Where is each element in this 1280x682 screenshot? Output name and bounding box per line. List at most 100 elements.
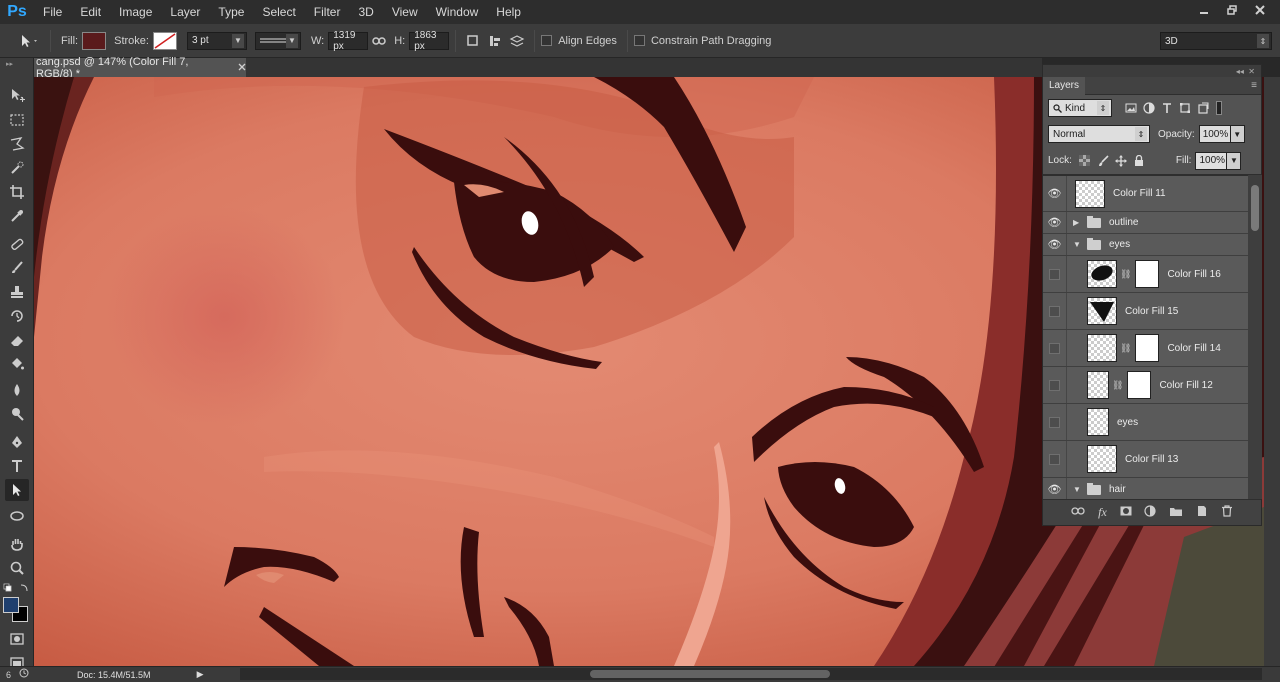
restore-button[interactable] (1218, 0, 1246, 20)
rectangular-marquee-tool[interactable] (5, 109, 29, 131)
filter-toggle-switch[interactable] (1216, 101, 1222, 115)
new-group-button[interactable] (1169, 506, 1183, 520)
path-operations-button[interactable] (462, 30, 484, 52)
canvas-horizontal-scrollbar[interactable] (240, 668, 1262, 680)
visibility-toggle[interactable] (1043, 293, 1067, 329)
fill-slider-toggle[interactable]: ▼ (1227, 151, 1242, 170)
filter-smart-object-button[interactable] (1194, 99, 1212, 117)
status-menu-arrow-icon[interactable]: ▶ (197, 669, 204, 680)
add-layer-style-button[interactable]: fx (1098, 505, 1107, 520)
menu-type[interactable]: Type (209, 0, 253, 24)
collapse-triangle-icon[interactable]: ▼ (1073, 240, 1081, 249)
filter-type-button[interactable] (1158, 99, 1176, 117)
layers-scrollbar[interactable] (1248, 175, 1262, 499)
align-edges-checkbox[interactable] (541, 35, 553, 46)
paint-bucket-tool[interactable] (5, 353, 29, 375)
type-tool[interactable] (5, 455, 29, 477)
close-document-button[interactable] (238, 62, 246, 74)
layer-row[interactable]: ⛓ Color Fill 14 (1043, 330, 1248, 367)
layer-row[interactable]: Color Fill 15 (1043, 293, 1248, 330)
visibility-toggle[interactable] (1043, 441, 1067, 477)
constrain-path-checkbox[interactable] (633, 35, 645, 46)
crop-tool[interactable] (5, 181, 29, 203)
layers-scroll-thumb[interactable] (1251, 185, 1259, 231)
new-layer-button[interactable] (1196, 505, 1208, 520)
path-selection-tool[interactable] (5, 479, 29, 501)
layer-row[interactable]: eyes (1043, 404, 1248, 441)
filter-pixel-button[interactable] (1122, 99, 1140, 117)
add-mask-button[interactable] (1120, 506, 1132, 519)
layer-group-row[interactable]: 👁 ▶ outline (1043, 212, 1248, 234)
ellipse-tool[interactable] (5, 505, 29, 527)
menu-3d[interactable]: 3D (349, 0, 382, 24)
blur-tool[interactable] (5, 379, 29, 401)
link-dimensions-button[interactable] (368, 30, 390, 52)
healing-brush-tool[interactable] (5, 233, 29, 255)
tab-layers[interactable]: Layers (1043, 76, 1086, 95)
eraser-tool[interactable] (5, 329, 29, 351)
swap-default-colors[interactable] (3, 583, 31, 593)
pen-tool[interactable] (5, 431, 29, 453)
path-arrangement-button[interactable] (506, 30, 528, 52)
status-info-button[interactable] (19, 668, 29, 681)
menu-select[interactable]: Select (253, 0, 304, 24)
stroke-width-field[interactable]: 3 pt ▼ (186, 31, 247, 50)
panel-collapse-bar[interactable]: ◂◂ ✕ (1043, 65, 1261, 77)
history-brush-tool[interactable] (5, 305, 29, 327)
fill-color-swatch[interactable] (82, 31, 107, 50)
link-layers-button[interactable] (1071, 506, 1086, 519)
menu-help[interactable]: Help (487, 0, 530, 24)
menu-window[interactable]: Window (427, 0, 488, 24)
visibility-toggle[interactable]: 👁 (1043, 478, 1067, 499)
workspace-dropdown[interactable]: 3D ⇕ (1160, 32, 1272, 50)
filter-shape-button[interactable] (1176, 99, 1194, 117)
quick-selection-tool[interactable] (5, 157, 29, 179)
horizontal-scroll-thumb[interactable] (590, 670, 830, 678)
document-tab[interactable]: cang.psd @ 147% (Color Fill 7, RGB/8) * (34, 56, 246, 80)
filter-kind-dropdown[interactable]: Kind ⇕ (1048, 99, 1112, 117)
visibility-toggle[interactable]: 👁 (1043, 212, 1067, 233)
width-field[interactable]: 1319 px (328, 30, 369, 52)
move-tool[interactable] (5, 84, 29, 106)
panel-collapse-handle[interactable]: ▸▸ (6, 60, 28, 68)
opacity-slider-toggle[interactable]: ▼ (1230, 125, 1245, 143)
blend-mode-dropdown[interactable]: Normal ⇕ (1048, 125, 1150, 143)
layer-group-row[interactable]: 👁 ▼ eyes (1043, 234, 1248, 256)
menu-file[interactable]: File (34, 0, 71, 24)
filter-adjustment-button[interactable] (1140, 99, 1158, 117)
layer-row[interactable]: ⛓ Color Fill 12 (1043, 367, 1248, 404)
menu-layer[interactable]: Layer (161, 0, 209, 24)
close-button[interactable] (1246, 0, 1274, 20)
canvas-vertical-scrollbar[interactable] (1264, 77, 1280, 666)
fill-opacity-field[interactable]: 100% (1195, 151, 1228, 170)
zoom-tool[interactable] (5, 557, 29, 579)
visibility-toggle[interactable]: 👁 (1043, 176, 1067, 211)
height-field[interactable]: 1863 px (409, 30, 450, 52)
visibility-toggle[interactable] (1043, 404, 1067, 440)
eyedropper-tool[interactable] (5, 205, 29, 227)
menu-edit[interactable]: Edit (71, 0, 110, 24)
visibility-toggle[interactable] (1043, 256, 1067, 292)
opacity-field[interactable]: 100% (1198, 125, 1231, 143)
lock-all-button[interactable] (1130, 152, 1148, 170)
quick-mask-button[interactable] (5, 628, 29, 650)
layer-row[interactable]: 👁 Color Fill 11 (1043, 176, 1248, 212)
collapse-triangle-icon[interactable]: ▼ (1073, 485, 1081, 494)
lock-pixels-button[interactable] (1094, 152, 1112, 170)
tool-preset-picker[interactable] (14, 30, 44, 52)
layer-row[interactable]: Color Fill 13 (1043, 441, 1248, 478)
expand-triangle-icon[interactable]: ▶ (1073, 218, 1081, 227)
layer-row[interactable]: ⛓ Color Fill 16 (1043, 256, 1248, 293)
minimize-button[interactable] (1190, 0, 1218, 20)
stroke-color-swatch[interactable] (152, 31, 177, 50)
hand-tool[interactable] (5, 533, 29, 555)
menu-filter[interactable]: Filter (305, 0, 350, 24)
clone-stamp-tool[interactable] (5, 281, 29, 303)
visibility-toggle[interactable] (1043, 330, 1067, 366)
brush-tool[interactable] (5, 257, 29, 279)
menu-view[interactable]: View (383, 0, 427, 24)
visibility-toggle[interactable]: 👁 (1043, 234, 1067, 255)
stroke-type-dropdown[interactable]: ▼ (254, 31, 301, 50)
new-adjustment-layer-button[interactable] (1144, 505, 1156, 520)
menu-image[interactable]: Image (110, 0, 161, 24)
